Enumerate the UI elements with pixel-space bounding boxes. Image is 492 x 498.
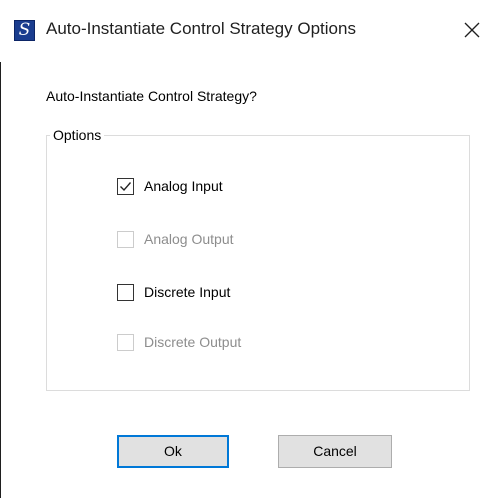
prompt-question: Auto-Instantiate Control Strategy? xyxy=(46,88,257,104)
close-button[interactable] xyxy=(452,12,492,48)
discrete-input-checkbox[interactable] xyxy=(117,283,134,301)
options-dialog: S Auto-Instantiate Control Strategy Opti… xyxy=(0,0,492,498)
analog-input-checkbox[interactable] xyxy=(117,177,134,195)
app-icon: S xyxy=(14,20,35,41)
discrete-input-label: Discrete Input xyxy=(144,284,231,300)
discrete-output-checkbox[interactable] xyxy=(117,333,134,351)
window-title: Auto-Instantiate Control Strategy Option… xyxy=(46,19,356,38)
checkmark-icon xyxy=(120,181,132,191)
ok-button[interactable]: Ok xyxy=(117,435,229,468)
option-discrete-input[interactable]: Discrete Input xyxy=(117,283,230,301)
window-border xyxy=(0,0,1,498)
cancel-button[interactable]: Cancel xyxy=(278,435,392,468)
analog-output-label: Analog Output xyxy=(144,231,234,247)
analog-output-checkbox[interactable] xyxy=(117,230,134,248)
close-icon xyxy=(464,22,480,38)
analog-input-label: Analog Input xyxy=(144,178,223,194)
title-bar[interactable]: S Auto-Instantiate Control Strategy Opti… xyxy=(0,0,492,62)
option-analog-output[interactable]: Analog Output xyxy=(117,230,234,248)
option-discrete-output[interactable]: Discrete Output xyxy=(117,333,241,351)
discrete-output-label: Discrete Output xyxy=(144,334,242,350)
options-group-label: Options xyxy=(50,127,105,143)
options-groupbox xyxy=(46,135,470,391)
option-analog-input[interactable]: Analog Input xyxy=(117,177,223,195)
